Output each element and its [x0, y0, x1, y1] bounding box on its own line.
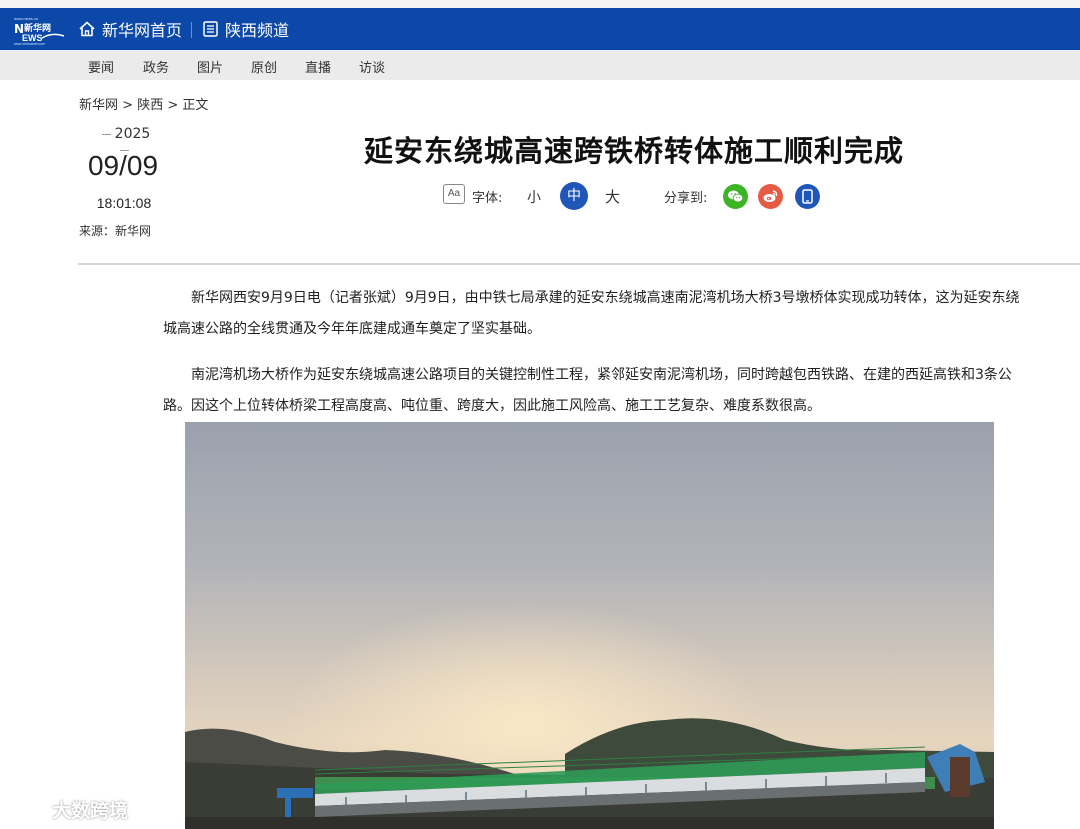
subnav-item-photos[interactable]: 图片 [197, 57, 223, 76]
home-icon [79, 21, 95, 37]
publish-time: 18:01:08 [96, 195, 152, 211]
article-title: 延安东绕城高速跨铁桥转体施工顺利完成 [363, 134, 904, 168]
font-small-button[interactable]: 小 [527, 187, 541, 207]
header-divider [78, 263, 1080, 265]
article-photo-bridge-at-sunset [185, 422, 994, 829]
sub-navigation: 要闻 政务 图片 原创 直播 访谈 [0, 50, 1080, 80]
breadcrumb: 新华网 > 陕西 > 正文 [79, 94, 208, 113]
nav-shaanxi-channel-link[interactable]: 陕西频道 [202, 16, 289, 42]
font-size-icon: Aa [443, 184, 465, 204]
article-source: 来源：新华网 [79, 224, 152, 238]
xinhua-logo[interactable]: www.news.cn N 新华网 EWS www.xinhuanet.com [12, 14, 66, 46]
breadcrumb-current: 正文 [182, 98, 209, 113]
breadcrumb-separator: > [167, 98, 179, 113]
wechat-icon [728, 190, 744, 203]
nav-home-label: 新华网首页 [102, 21, 183, 40]
subnav-item-government[interactable]: 政务 [143, 57, 169, 76]
font-size-label: 字体: [472, 191, 503, 206]
browser-top-strip [0, 0, 1080, 8]
site-header: www.news.cn N 新华网 EWS www.xinhuanet.com … [0, 8, 1080, 50]
article-paragraph-1: 新华网西安9月9日电（记者张斌）9月9日，由中铁七局承建的延安东绕城高速南泥湾机… [163, 290, 1020, 337]
watermark-logo-icon [12, 799, 51, 817]
publish-date: 09/09 [87, 150, 159, 181]
subnav-item-live[interactable]: 直播 [305, 57, 331, 76]
subnav-item-interview[interactable]: 访谈 [359, 57, 385, 76]
font-medium-button[interactable]: 中 [560, 182, 588, 210]
nav-separator [191, 22, 192, 38]
breadcrumb-xinhua[interactable]: 新华网 [79, 98, 118, 113]
share-mobile-button[interactable] [795, 184, 820, 209]
publish-year-text: 2025 [114, 126, 151, 142]
svg-text:www.news.cn: www.news.cn [14, 16, 38, 21]
share-weibo-button[interactable] [758, 184, 783, 209]
svg-text:www.xinhuanet.com: www.xinhuanet.com [14, 42, 45, 46]
nav-shaanxi-label: 陕西频道 [225, 21, 290, 40]
watermark-text: 大数跨境 [52, 799, 129, 822]
subnav-item-news[interactable]: 要闻 [88, 57, 114, 76]
breadcrumb-shaanxi[interactable]: 陕西 [137, 98, 163, 113]
mobile-icon [802, 189, 813, 204]
book-icon [203, 21, 218, 37]
nav-home-link[interactable]: 新华网首页 [78, 16, 182, 42]
font-large-button[interactable]: 大 [605, 186, 620, 207]
breadcrumb-separator: > [122, 98, 134, 113]
share-wechat-button[interactable] [723, 184, 748, 209]
weibo-icon [763, 190, 778, 202]
subnav-item-original[interactable]: 原创 [251, 57, 277, 76]
dashu-kuajing-watermark: 大数跨境 [10, 792, 128, 826]
article-paragraph-2: 南泥湾机场大桥作为延安东绕城高速公路项目的关键控制性工程，紧邻延安南泥湾机场，同… [163, 367, 1012, 414]
share-label: 分享到: [664, 191, 708, 206]
